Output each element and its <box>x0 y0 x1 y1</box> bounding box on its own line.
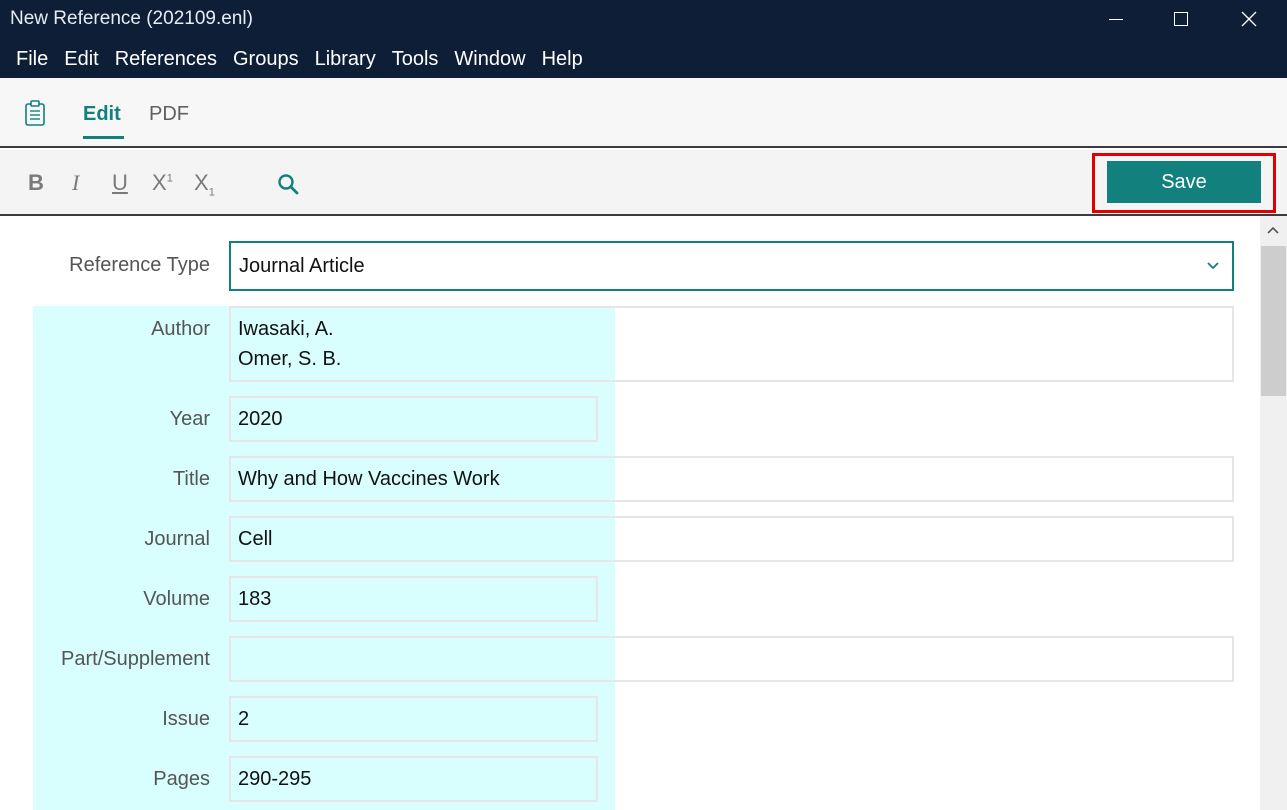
author-line: Iwasaki, A. <box>238 318 334 340</box>
menu-edit[interactable]: Edit <box>56 48 106 71</box>
underline-button[interactable]: U <box>112 170 128 196</box>
scrollbar-thumb[interactable] <box>1261 246 1286 396</box>
window-title: New Reference (202109.enl) <box>10 8 253 29</box>
close-button[interactable] <box>1226 0 1272 38</box>
part-supplement-label: Part/Supplement <box>61 648 210 670</box>
superscript-button[interactable]: X1 <box>152 170 173 196</box>
year-label: Year <box>169 408 210 430</box>
minimize-icon <box>1109 18 1123 20</box>
superscript-button-label: X <box>152 170 167 195</box>
volume-field[interactable]: 183 <box>229 576 598 622</box>
reference-type-value: Journal Article <box>239 255 365 277</box>
menu-window[interactable]: Window <box>446 48 533 71</box>
menu-library[interactable]: Library <box>307 48 384 71</box>
menu-groups[interactable]: Groups <box>225 48 307 71</box>
subscript-button[interactable]: X1 <box>194 170 215 198</box>
menu-file[interactable]: File <box>8 48 56 71</box>
superscript-mark: 1 <box>166 172 173 185</box>
reference-type-select[interactable]: Journal Article <box>229 241 1234 291</box>
close-icon <box>1241 11 1257 27</box>
subscript-button-label: X <box>194 170 209 195</box>
subscript-mark: 1 <box>208 186 215 199</box>
bold-button[interactable]: B <box>28 170 44 196</box>
author-label: Author <box>151 318 210 340</box>
chevron-down-icon <box>1207 262 1219 270</box>
save-button[interactable]: Save <box>1107 161 1261 203</box>
tab-bar: Edit PDF <box>0 78 1287 148</box>
menu-bar: File Edit References Groups Library Tool… <box>0 40 1287 78</box>
pages-label: Pages <box>153 768 210 790</box>
tab-edit[interactable]: Edit <box>83 103 121 126</box>
author-field[interactable]: Iwasaki, A. Omer, S. B. <box>229 306 1234 382</box>
maximize-icon <box>1174 12 1188 26</box>
title-field[interactable]: Why and How Vaccines Work <box>229 456 1234 502</box>
clipboard-icon[interactable] <box>24 100 46 126</box>
tab-pdf[interactable]: PDF <box>149 103 189 126</box>
part-supplement-field[interactable] <box>229 636 1234 682</box>
reference-form: Reference Type Journal Article Author Iw… <box>0 216 1260 810</box>
search-icon[interactable] <box>276 172 300 196</box>
reference-type-label: Reference Type <box>69 254 210 276</box>
tab-edit-indicator <box>83 136 124 139</box>
minimize-button[interactable] <box>1093 0 1139 38</box>
journal-field[interactable]: Cell <box>229 516 1234 562</box>
author-line: Omer, S. B. <box>238 348 342 370</box>
menu-tools[interactable]: Tools <box>384 48 447 71</box>
scroll-up-icon[interactable] <box>1266 224 1280 236</box>
format-toolbar: B I U X1 X1 Save <box>0 150 1287 216</box>
title-bar: New Reference (202109.enl) <box>0 0 1287 40</box>
title-label: Title <box>172 468 210 490</box>
pages-field[interactable]: 290-295 <box>229 756 598 802</box>
volume-label: Volume <box>143 588 210 610</box>
year-field[interactable]: 2020 <box>229 396 598 442</box>
menu-references[interactable]: References <box>107 48 225 71</box>
journal-label: Journal <box>144 528 210 550</box>
vertical-scrollbar[interactable] <box>1260 216 1287 810</box>
maximize-button[interactable] <box>1158 0 1204 38</box>
italic-button[interactable]: I <box>72 170 79 196</box>
issue-label: Issue <box>162 708 210 730</box>
issue-field[interactable]: 2 <box>229 696 598 742</box>
menu-help[interactable]: Help <box>534 48 591 71</box>
